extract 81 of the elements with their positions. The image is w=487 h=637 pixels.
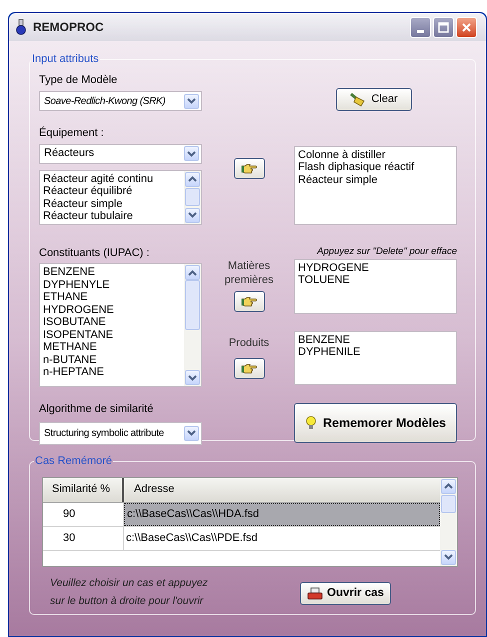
printer-icon	[307, 586, 323, 600]
remember-button[interactable]: Rememorer Modèles	[294, 403, 457, 443]
field-label: Constituants (IUPAC) :	[39, 246, 150, 260]
field-label: Matières premières	[224, 258, 274, 286]
chevron-up-icon	[444, 483, 453, 489]
list-item[interactable]: n-BUTANE	[43, 354, 184, 366]
close-button[interactable]	[456, 16, 477, 38]
list-item[interactable]: Réacteur simple	[43, 198, 184, 210]
transfer-button[interactable]	[234, 358, 264, 379]
scroll-thumb[interactable]	[185, 188, 200, 206]
minimize-icon	[417, 30, 424, 32]
table-cell-text: c:\\BaseCas\\Cas\\PDE.fsd	[125, 530, 258, 546]
chevron-down-icon	[187, 150, 196, 156]
broom-icon	[349, 92, 366, 107]
hand-icon	[241, 163, 257, 174]
list-item[interactable]: ISOBUTANE	[43, 316, 184, 328]
list-item[interactable]: Colonne à distiller	[298, 148, 456, 161]
list-item[interactable]: n-HEPTANE	[43, 366, 184, 378]
list-item[interactable]: Flash diphasique réactif	[298, 161, 456, 174]
transfer-button[interactable]	[234, 158, 264, 179]
dropdown[interactable]: Soave-Redlich-Kwong (SRK)	[39, 91, 202, 111]
maximize-button[interactable]	[433, 16, 454, 38]
list-item[interactable]: HYDROGENE	[43, 304, 184, 316]
dropdown[interactable]: Réacteurs	[39, 144, 202, 164]
table-row[interactable]: 30 c:\\BaseCas\\Cas\\PDE.fsd	[43, 526, 440, 550]
chevron-down-icon	[188, 212, 197, 218]
scroll-thumb[interactable]	[441, 494, 456, 512]
scroll-up-button[interactable]	[185, 265, 200, 280]
table-cell: c:\\BaseCas\\Cas\\HDA.fsd	[124, 502, 440, 526]
list-item[interactable]: ETHANE	[43, 291, 184, 304]
transfer-button[interactable]	[234, 290, 264, 312]
chevron-down-icon	[187, 430, 196, 436]
dropdown[interactable]: Structuring symbolic attribute	[39, 422, 202, 444]
table-cell: 90	[43, 502, 124, 526]
table-row[interactable]: 90 c:\\BaseCas\\Cas\\HDA.fsd	[43, 502, 440, 526]
list-item[interactable]: Réacteur tubulaire	[43, 210, 184, 222]
hand-icon	[241, 363, 257, 374]
list-item[interactable]: DYPHENILE	[298, 346, 456, 358]
list-item[interactable]: BENZENE	[43, 266, 184, 278]
chevron-up-icon	[188, 270, 197, 276]
hand-icon	[241, 296, 257, 306]
list-item[interactable]: Réacteur agité continu	[43, 172, 184, 185]
hint-text: Appuyez sur "Delete" pour efface	[316, 244, 457, 258]
scroll-up-button[interactable]	[441, 478, 456, 494]
list-item[interactable]: DYPHENYLE	[43, 278, 184, 291]
close-icon	[461, 22, 472, 32]
list-item[interactable]: Réacteur équilibré	[43, 185, 184, 198]
list-item[interactable]: BENZENE	[298, 334, 456, 346]
field-label: Produits	[228, 336, 270, 350]
chevron-down-icon	[187, 98, 196, 104]
clear-button[interactable]: Clear	[336, 88, 412, 111]
scrollbar[interactable]	[184, 264, 201, 386]
window-title: REMOPROC	[33, 19, 105, 36]
maximize-icon	[438, 22, 449, 32]
scroll-thumb[interactable]	[185, 280, 200, 330]
scroll-down-button[interactable]	[185, 370, 200, 385]
chevron-down-icon	[188, 374, 197, 380]
group-title: Input attributs	[31, 52, 100, 67]
lightbulb-icon	[305, 416, 318, 430]
minimize-button[interactable]	[410, 16, 431, 38]
field-label: Type de Modèle	[39, 72, 118, 88]
chevron-up-icon	[188, 176, 197, 182]
list-item[interactable]: HYDROGENE	[298, 262, 456, 274]
field-label: Algorithme de similarité	[39, 402, 154, 417]
group-title: Cas Remémoré	[34, 454, 114, 469]
open-case-button[interactable]: Ouvrir cas	[300, 582, 391, 605]
hint-text: sur le button à droite pour l'ouvrir	[50, 594, 204, 608]
chevron-down-icon	[444, 554, 453, 560]
scroll-down-button[interactable]	[185, 208, 200, 222]
list-item[interactable]: Réacteur simple	[298, 174, 456, 186]
flask-icon	[15, 19, 27, 35]
field-label: Équipement :	[39, 126, 105, 141]
scroll-down-button[interactable]	[441, 550, 456, 564]
scroll-up-button[interactable]	[185, 172, 200, 186]
list-item[interactable]: METHANE	[43, 341, 184, 354]
scrollbar[interactable]	[184, 170, 201, 224]
column-header[interactable]: Adresse	[124, 478, 440, 502]
hint-text: Veuillez choisir un cas et appuyez	[50, 576, 209, 590]
list-item[interactable]: ISOPENTANE	[43, 328, 184, 341]
scrollbar[interactable]	[440, 478, 457, 566]
list-item[interactable]: TOLUENE	[298, 274, 456, 286]
